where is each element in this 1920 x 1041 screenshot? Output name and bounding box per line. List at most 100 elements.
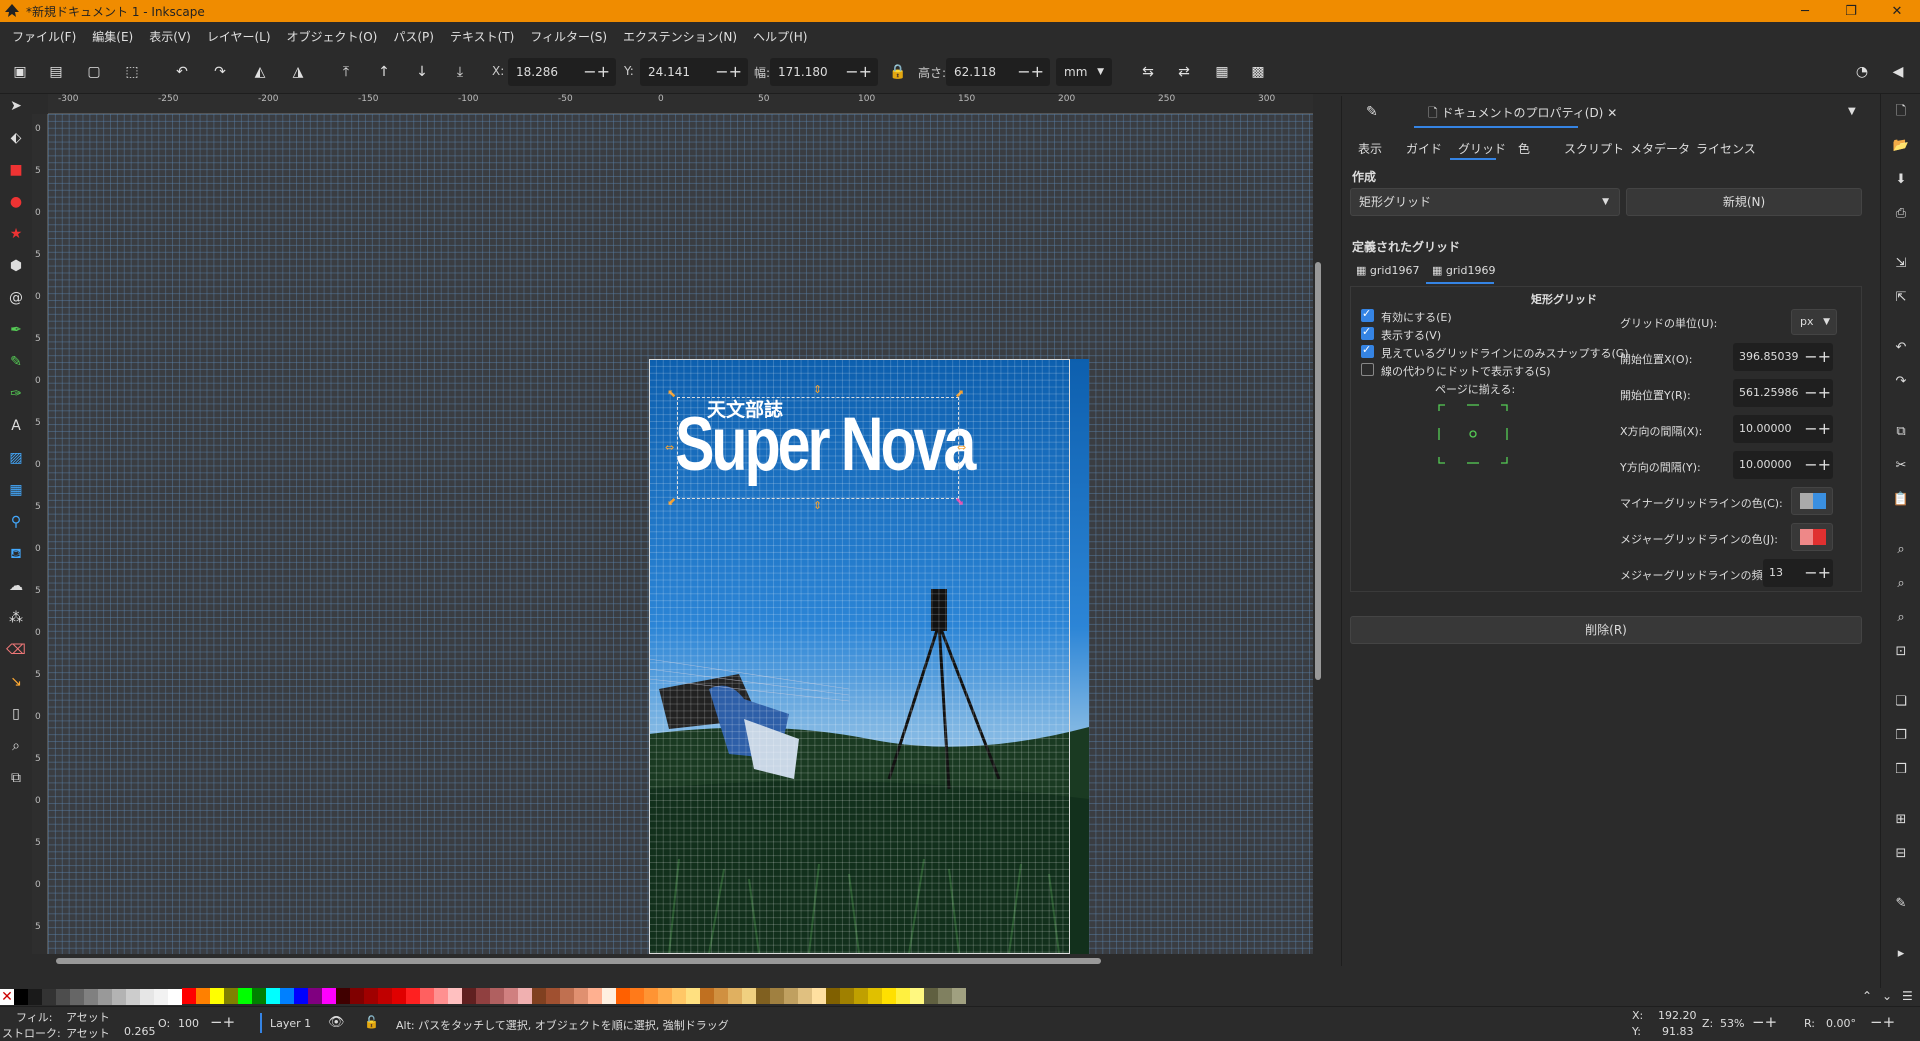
menu-path[interactable]: パス(P) (385, 28, 442, 45)
current-layer[interactable]: Layer 1 (270, 1017, 311, 1030)
palette-swatch[interactable] (672, 988, 686, 1004)
deselect-icon[interactable]: ▢ (84, 62, 104, 82)
palette-swatch[interactable] (546, 988, 560, 1004)
vertical-scrollbar[interactable] (1315, 262, 1321, 680)
unlink-clone-icon[interactable]: ❒ (1891, 760, 1911, 780)
scale-corners-icon[interactable]: ⇄ (1174, 62, 1194, 82)
major-every-stepper[interactable]: −+ (1804, 559, 1831, 587)
palette-swatch[interactable] (294, 988, 308, 1004)
x-field[interactable]: 18.286 −+ (508, 58, 616, 86)
import-icon[interactable]: ⇲ (1891, 254, 1911, 274)
palette-swatch[interactable] (490, 988, 504, 1004)
grid-type-select[interactable]: 矩形グリッド ▼ (1350, 188, 1620, 216)
ellipse-tool-icon[interactable]: ● (6, 192, 26, 212)
palette-swatch[interactable] (686, 988, 700, 1004)
3d-box-tool-icon[interactable]: ⬢ (6, 256, 26, 276)
palette-swatch[interactable] (700, 988, 714, 1004)
palette-swatch[interactable] (364, 988, 378, 1004)
edit-icon[interactable]: ✎ (1366, 104, 1378, 120)
origin-x-field[interactable]: 396.85039 −+ (1733, 343, 1833, 371)
text-tool-icon[interactable]: A (6, 416, 26, 436)
move-gradients-icon[interactable]: ▦ (1212, 62, 1232, 82)
palette-swatch[interactable] (756, 988, 770, 1004)
rotation-stepper[interactable]: −+ (1870, 1013, 1895, 1031)
xml-editor-icon[interactable]: ✎ (1891, 894, 1911, 914)
palette-swatch[interactable] (728, 988, 742, 1004)
palette-swatch[interactable] (868, 988, 882, 1004)
palette-swatch[interactable] (420, 988, 434, 1004)
major-every-field[interactable]: 13 −+ (1763, 559, 1833, 587)
palette-swatch[interactable] (168, 989, 182, 1005)
pages-tool-icon[interactable]: ▯ (6, 704, 26, 724)
palette-swatch[interactable] (154, 989, 168, 1005)
palette-swatch[interactable] (588, 988, 602, 1004)
palette-swatch[interactable] (924, 988, 938, 1004)
fill-value[interactable]: アセット (66, 1009, 110, 1025)
zoom-value[interactable]: 53% (1720, 1017, 1744, 1030)
lock-icon[interactable]: 🔓 (364, 1015, 379, 1029)
no-paint-swatch[interactable]: ✕ (0, 989, 14, 1005)
menu-extensions[interactable]: エクステンション(N) (615, 28, 745, 45)
panel-menu-chevron-icon[interactable]: ▼ (1848, 106, 1856, 117)
palette-swatch[interactable] (504, 988, 518, 1004)
duplicate-icon[interactable]: ❏ (1891, 692, 1911, 712)
subtab-guides[interactable]: ガイド (1406, 140, 1442, 157)
canvas[interactable]: 天文部誌 Super Nova ⬉ ⇕ ⬈ ⇔ ⇔ ⬋ ⇕ ⬊ (48, 114, 1313, 954)
zoom-selection-icon[interactable]: ⌕ (1891, 540, 1911, 560)
palette-swatch[interactable] (392, 988, 406, 1004)
panel-tab-document-properties[interactable]: 🗋 ドキュメントのプロパティ(D) ✕ (1428, 104, 1617, 125)
raise-to-top-icon[interactable]: ⤒ (336, 62, 356, 82)
palette-swatch[interactable] (252, 988, 266, 1004)
palette-swatch[interactable] (266, 988, 280, 1004)
palette-swatch[interactable] (840, 988, 854, 1004)
palette-swatch[interactable] (350, 988, 364, 1004)
opacity-value[interactable]: 100 (178, 1017, 199, 1030)
palette-swatch[interactable] (826, 988, 840, 1004)
gradient-tool-icon[interactable]: ▨ (6, 448, 26, 468)
expand-icon[interactable]: ▸ (1891, 944, 1911, 964)
palette-swatch[interactable] (784, 988, 798, 1004)
lower-to-bottom-icon[interactable]: ⤓ (450, 62, 470, 82)
star-tool-icon[interactable]: ★ (6, 224, 26, 244)
palette-scroll-up-icon[interactable]: ⌃ (1862, 989, 1876, 1005)
vertical-ruler[interactable]: 0 5 0 5 0 5 0 5 0 5 0 5 0 5 0 5 0 5 0 5 (32, 114, 48, 954)
palette-swatch[interactable] (714, 988, 728, 1004)
stroke-width[interactable]: 0.265 (124, 1025, 156, 1038)
maximize-button[interactable]: ❐ (1828, 0, 1874, 22)
palette-swatch[interactable] (336, 988, 350, 1004)
menu-file[interactable]: ファイル(F) (4, 28, 84, 45)
palette-swatch[interactable] (742, 988, 756, 1004)
y-field[interactable]: 24.141 −+ (640, 58, 748, 86)
palette-swatch[interactable] (406, 988, 420, 1004)
tweak-tool-icon[interactable]: ☁ (6, 576, 26, 596)
menu-filters[interactable]: フィルター(S) (522, 28, 615, 45)
major-color-button[interactable] (1791, 523, 1833, 551)
palette-swatch[interactable] (98, 989, 112, 1005)
palette-swatch[interactable] (798, 988, 812, 1004)
menu-object[interactable]: オブジェクト(O) (279, 28, 386, 45)
rectangle-tool-icon[interactable]: ■ (6, 160, 26, 180)
minor-color-button[interactable] (1791, 487, 1833, 515)
touch-select-icon[interactable]: ⬚ (122, 62, 142, 82)
copy-icon[interactable]: ⧉ (1891, 422, 1911, 442)
commands-bar-icon[interactable]: ◀ (1888, 62, 1908, 82)
subtab-color[interactable]: 色 (1518, 140, 1530, 157)
palette-swatch[interactable] (14, 989, 28, 1005)
palette-swatch[interactable] (574, 988, 588, 1004)
palette-swatch[interactable] (462, 988, 476, 1004)
enable-checkbox[interactable] (1361, 307, 1374, 322)
flip-horizontal-icon[interactable]: ◭ (250, 62, 270, 82)
grid-tab-2[interactable]: ▦ grid1969 (1432, 264, 1495, 277)
menu-help[interactable]: ヘルプ(H) (745, 28, 815, 45)
subtab-license[interactable]: ライセンス (1696, 140, 1756, 157)
snap-visible-checkbox[interactable] (1361, 343, 1374, 358)
palette-swatch[interactable] (126, 989, 140, 1005)
zoom-tool-icon[interactable]: ⌕ (6, 736, 26, 756)
new-grid-button[interactable]: 新規(N) (1626, 188, 1862, 216)
eye-icon[interactable]: 👁 (328, 1015, 345, 1030)
palette-swatch[interactable] (280, 988, 294, 1004)
palette-swatch[interactable] (812, 988, 826, 1004)
select-all-icon[interactable]: ▣ (10, 62, 30, 82)
subtab-grids[interactable]: グリッド (1458, 140, 1506, 157)
selector-tool-icon[interactable]: ➤ (6, 96, 26, 116)
